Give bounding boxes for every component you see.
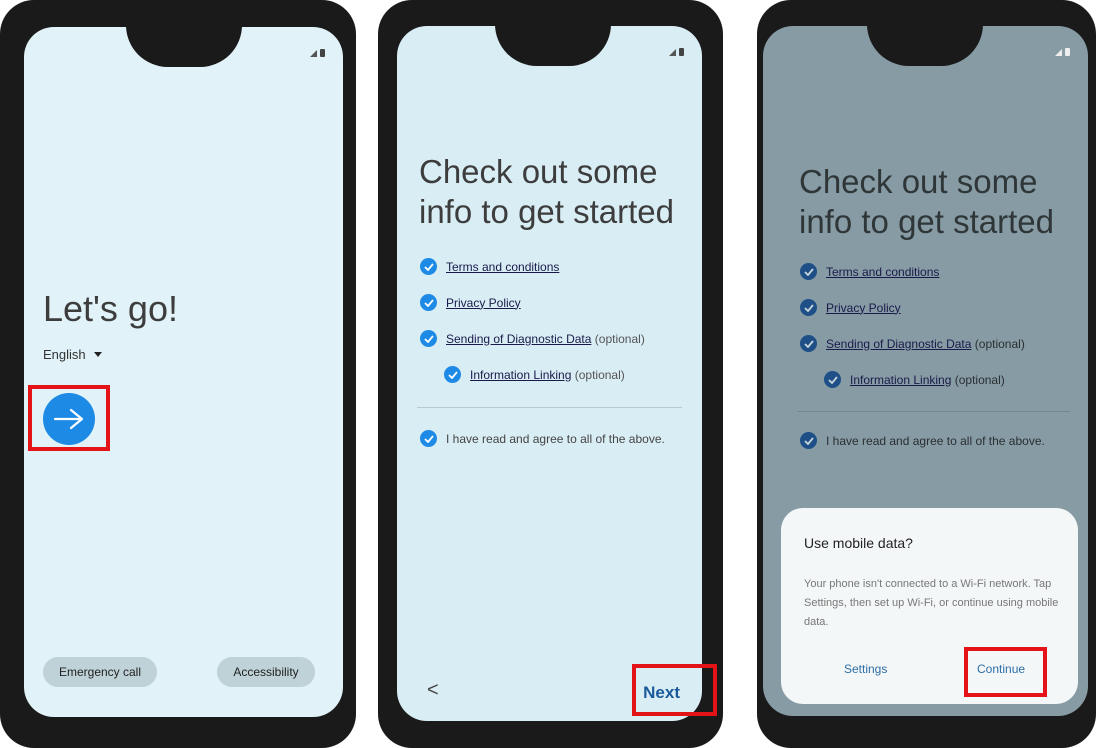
- terms-link[interactable]: Terms and conditions: [826, 265, 939, 279]
- diagnostic-link[interactable]: Sending of Diagnostic Data: [446, 332, 591, 346]
- notch: [867, 26, 983, 66]
- agree-text: I have read and agree to all of the abov…: [446, 431, 665, 446]
- divider: [417, 407, 682, 408]
- privacy-link[interactable]: Privacy Policy: [826, 301, 901, 315]
- heading-line-2: info to get started: [799, 202, 1054, 240]
- dialog-title: Use mobile data?: [804, 535, 913, 551]
- mobile-data-screen: Check out some info to get started Terms…: [763, 26, 1088, 716]
- checkmark-icon: [800, 299, 817, 316]
- heading-line-2: info to get started: [419, 192, 674, 230]
- checklist-item-terms[interactable]: Terms and conditions: [800, 263, 939, 280]
- battery-icon: [320, 49, 325, 57]
- status-bar: [669, 48, 684, 56]
- settings-button[interactable]: Settings: [844, 662, 887, 676]
- accessibility-button[interactable]: Accessibility: [217, 657, 315, 687]
- checklist-item-diagnostic[interactable]: Sending of Diagnostic Data (optional): [420, 330, 645, 347]
- emergency-call-button[interactable]: Emergency call: [43, 657, 157, 687]
- signal-icon: [1055, 48, 1062, 56]
- checkmark-icon: [800, 432, 817, 449]
- language-label: English: [43, 347, 86, 362]
- phone-mobile-data: Check out some info to get started Terms…: [757, 0, 1096, 748]
- checkmark-icon: [444, 366, 461, 383]
- checkmark-icon: [420, 430, 437, 447]
- linking-link[interactable]: Information Linking: [470, 368, 571, 382]
- signal-icon: [669, 48, 676, 56]
- optional-label: (optional): [574, 367, 625, 382]
- phone-welcome: Let's go! English Emergency call Accessi…: [0, 0, 356, 748]
- checkmark-icon: [420, 258, 437, 275]
- optional-label: (optional): [954, 372, 1005, 387]
- optional-label: (optional): [974, 336, 1025, 351]
- dialog-body: Your phone isn't connected to a Wi-Fi ne…: [804, 578, 1059, 628]
- agree-text: I have read and agree to all of the abov…: [826, 433, 1045, 448]
- welcome-heading: Let's go!: [43, 288, 178, 329]
- battery-icon: [1065, 48, 1070, 56]
- highlight-box: [632, 664, 717, 716]
- notch: [495, 26, 611, 66]
- welcome-screen: Let's go! English Emergency call Accessi…: [24, 27, 343, 717]
- checkmark-icon: [800, 335, 817, 352]
- terms-link[interactable]: Terms and conditions: [446, 260, 559, 274]
- checklist-item-linking[interactable]: Information Linking (optional): [444, 366, 625, 383]
- back-button[interactable]: <: [427, 679, 439, 702]
- optional-label: (optional): [594, 331, 645, 346]
- linking-link[interactable]: Information Linking: [850, 373, 951, 387]
- checkmark-icon: [420, 294, 437, 311]
- status-bar: [310, 49, 325, 57]
- checklist-item-linking[interactable]: Information Linking (optional): [824, 371, 1005, 388]
- checklist-item-privacy[interactable]: Privacy Policy: [420, 294, 521, 311]
- terms-heading: Check out some info to get started: [799, 162, 1054, 241]
- checklist-item-privacy[interactable]: Privacy Policy: [800, 299, 901, 316]
- phone-terms: Check out some info to get started Terms…: [378, 0, 723, 748]
- status-bar: [1055, 48, 1070, 56]
- terms-heading: Check out some info to get started: [419, 152, 674, 231]
- language-selector[interactable]: English: [43, 347, 102, 362]
- agree-all-item[interactable]: I have read and agree to all of the abov…: [420, 430, 665, 447]
- diagnostic-link[interactable]: Sending of Diagnostic Data: [826, 337, 971, 351]
- notch: [126, 27, 242, 67]
- divider: [797, 411, 1070, 412]
- highlight-box: [28, 385, 110, 451]
- battery-icon: [679, 48, 684, 56]
- heading-line-1: Check out some: [799, 163, 1038, 200]
- checkmark-icon: [800, 263, 817, 280]
- signal-icon: [310, 49, 317, 57]
- highlight-box: [964, 647, 1047, 697]
- checkmark-icon: [420, 330, 437, 347]
- heading-line-1: Check out some: [419, 153, 658, 190]
- terms-screen: Check out some info to get started Terms…: [397, 26, 702, 721]
- checkmark-icon: [824, 371, 841, 388]
- agree-all-item[interactable]: I have read and agree to all of the abov…: [800, 432, 1045, 449]
- dropdown-caret-icon: [93, 352, 102, 357]
- privacy-link[interactable]: Privacy Policy: [446, 296, 521, 310]
- checklist-item-terms[interactable]: Terms and conditions: [420, 258, 559, 275]
- checklist-item-diagnostic[interactable]: Sending of Diagnostic Data (optional): [800, 335, 1025, 352]
